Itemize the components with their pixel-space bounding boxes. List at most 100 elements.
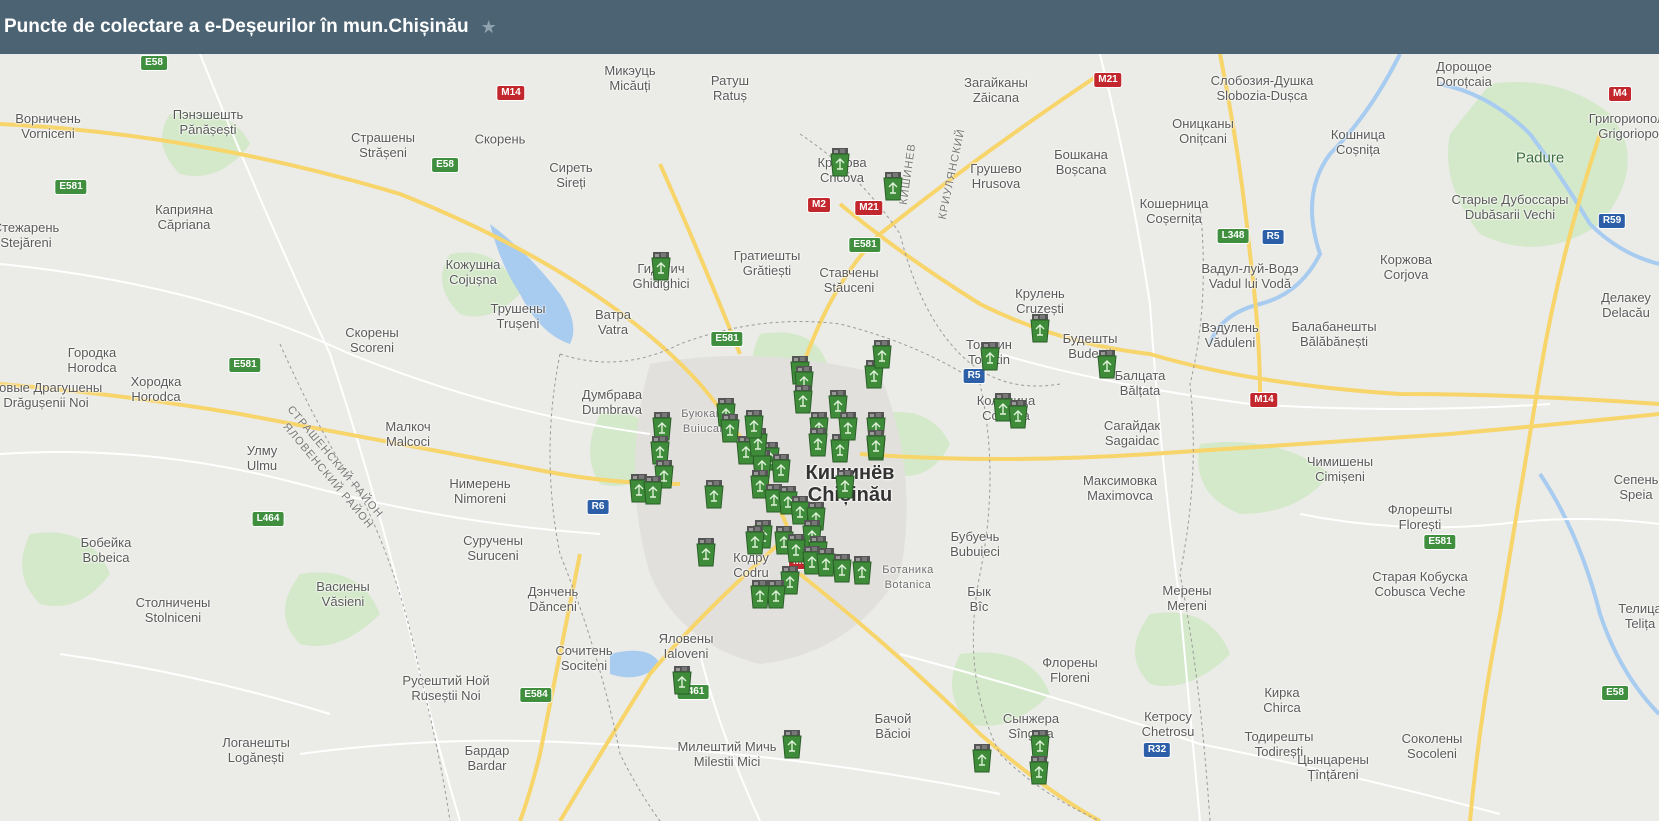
place-label: Грушево Hrusova: [970, 161, 1022, 191]
map-canvas[interactable]: Mикэуць Micăuți Ратуш Ratuș Загайканы Zăica…: [0, 54, 1659, 821]
place-label: Загайканы Zăicana: [964, 75, 1028, 105]
road-shield: M14: [496, 85, 526, 101]
place-label: Максимовка Maximovca: [1082, 473, 1158, 503]
district-label: Ботаника Botanica: [882, 564, 934, 591]
road-shield: E581: [710, 331, 744, 347]
recycle-bin-marker-icon[interactable]: [1007, 399, 1029, 429]
place-label: Бубуечь Bubuieci: [950, 529, 1000, 559]
road-shield: L464: [251, 511, 285, 527]
recycle-bin-marker-icon[interactable]: [829, 147, 851, 177]
place-label: Ворничень Vorniceni: [15, 111, 81, 141]
recycle-bin-marker-icon[interactable]: [1096, 349, 1118, 379]
place-label: Новые Драгушены Drăgușenii Noi: [0, 380, 103, 410]
recycle-bin-marker-icon[interactable]: [882, 171, 904, 201]
recycle-bin-marker-icon[interactable]: [807, 427, 829, 457]
place-label: Трушены Trușeni: [490, 301, 546, 331]
place-label: Суручены Suruceni: [463, 533, 523, 563]
recycle-bin-marker-icon[interactable]: [865, 429, 887, 459]
recycle-bin-marker-icon[interactable]: [871, 339, 893, 369]
place-label: Каприяна Căpriana: [155, 202, 213, 232]
recycle-bin-marker-icon[interactable]: [1029, 313, 1051, 343]
recycle-bin-marker-icon[interactable]: [650, 251, 672, 281]
road-shield: M4: [1608, 86, 1632, 102]
place-label: Скорены Scoreni: [345, 325, 399, 355]
road-shield: R5: [1261, 229, 1285, 245]
place-label: Столничены Stolniceni: [135, 595, 211, 625]
road-shield: E58: [140, 55, 168, 71]
place-label: Яловены Ialoveni: [658, 631, 714, 661]
recycle-bin-marker-icon[interactable]: [743, 409, 765, 439]
recycle-bin-marker-icon[interactable]: [834, 469, 856, 499]
road-shield: E581: [228, 357, 262, 373]
place-label: Бобейка Bobeica: [80, 535, 132, 565]
page-title: Puncte de colectare a e-Deșeurilor în mu…: [4, 16, 469, 37]
place-label: Нимерень Nimoreni: [449, 476, 511, 506]
recycle-bin-marker-icon[interactable]: [1028, 755, 1050, 785]
recycle-bin-marker-icon[interactable]: [851, 555, 873, 585]
place-label: Бачой Băcioi: [874, 711, 912, 741]
place-label: Улму Ulmu: [246, 443, 278, 473]
road-shield: E581: [848, 237, 882, 253]
region-label: СТРАШЕНСКИЙ РАЙОН: [284, 403, 386, 521]
recycle-bin-marker-icon[interactable]: [744, 525, 766, 555]
place-label: Бардар Bardar: [464, 743, 510, 773]
place-label: Сепень Speia: [1613, 472, 1659, 502]
place-label: Балцата Bălțata: [1114, 368, 1166, 398]
road-shield: M21: [854, 200, 884, 216]
place-label: Логанешты Logănești: [222, 735, 290, 765]
place-label: Ватра Vatra: [594, 307, 632, 337]
recycle-bin-marker-icon[interactable]: [781, 729, 803, 759]
place-label: Мерены Mereni: [1162, 583, 1212, 613]
place-label: Русештий Ной Ruseștii Noi: [402, 673, 490, 703]
recycle-bin-marker-icon[interactable]: [642, 475, 664, 505]
recycle-bin-marker-icon[interactable]: [770, 453, 792, 483]
recycle-bin-marker-icon[interactable]: [749, 579, 771, 609]
place-label: СтежареньStejăreni: [0, 220, 60, 250]
place-label: Малкоч Malcoci: [385, 419, 431, 449]
road-shield: R32: [1142, 742, 1172, 758]
place-label: Padure: [1515, 149, 1565, 167]
recycle-bin-marker-icon[interactable]: [831, 553, 853, 583]
place-label: Городка Horodca: [67, 345, 117, 375]
place-label: Гратиешты Grătiești: [733, 248, 801, 278]
place-label: Вадул-луй-Водэ Vadul lui Vodă: [1201, 261, 1299, 291]
place-label: Mикэуць Micăuți: [604, 63, 656, 93]
recycle-bin-marker-icon[interactable]: [695, 537, 717, 567]
recycle-bin-marker-icon[interactable]: [837, 411, 859, 441]
place-label: Старые Дубоссары Dubăsarii Vechi: [1451, 192, 1569, 222]
place-label: Сиреть Sireți: [549, 160, 593, 190]
road-shield: E58: [431, 157, 459, 173]
place-label: Дорощое Doroțcaia: [1436, 59, 1492, 89]
recycle-bin-marker-icon[interactable]: [703, 479, 725, 509]
place-label: Пэнэшешть Pănășești: [172, 107, 244, 137]
place-label: Флорешты Florești: [1387, 502, 1453, 532]
place-label: Телица Telița: [1618, 601, 1659, 631]
place-label: Хородка Horodca: [130, 374, 182, 404]
road-shield: E581: [1423, 534, 1457, 550]
place-label: Флорены Floreni: [1042, 655, 1098, 685]
place-label: Слобозия-Душка Slobozia-Dușca: [1210, 73, 1314, 103]
place-label: Сагайдак Sagaidac: [1103, 418, 1161, 448]
road-shield: M2: [807, 197, 831, 213]
recycle-bin-marker-icon[interactable]: [971, 743, 993, 773]
place-label: Дэнчень Dănceni: [527, 584, 579, 614]
region-label: КРИУЛЯНСКИЙ: [936, 127, 968, 221]
place-label: ГригориопольGrigoriopol: [1588, 111, 1659, 141]
place-label: Оницканы Onițcani: [1172, 116, 1234, 146]
place-label: Крулень Cruzești: [1015, 286, 1065, 316]
recycle-bin-marker-icon[interactable]: [671, 665, 693, 695]
place-label: Милештий Мичь Milestii Mici: [677, 739, 777, 769]
road-shield: M21: [1093, 72, 1123, 88]
place-label: Соколены Socoleni: [1401, 731, 1463, 761]
road-shield: E58: [1601, 685, 1629, 701]
place-label: Скорень: [474, 131, 526, 147]
place-label: Думбрава Dumbrava: [581, 387, 643, 417]
region-label: ЯЛОВЕНСКИЙ РАЙОН: [280, 420, 376, 532]
recycle-bin-marker-icon[interactable]: [979, 341, 1001, 371]
star-icon[interactable]: ★: [481, 17, 497, 38]
place-label: Ставчены Stăuceni: [819, 265, 879, 295]
recycle-bin-marker-icon[interactable]: [792, 384, 814, 414]
place-label: Чимишены Cimișeni: [1306, 454, 1374, 484]
header-bar: Puncte de colectare a e-Deșeurilor în mu…: [0, 0, 1659, 54]
place-label: Страшены Strășeni: [351, 130, 415, 160]
